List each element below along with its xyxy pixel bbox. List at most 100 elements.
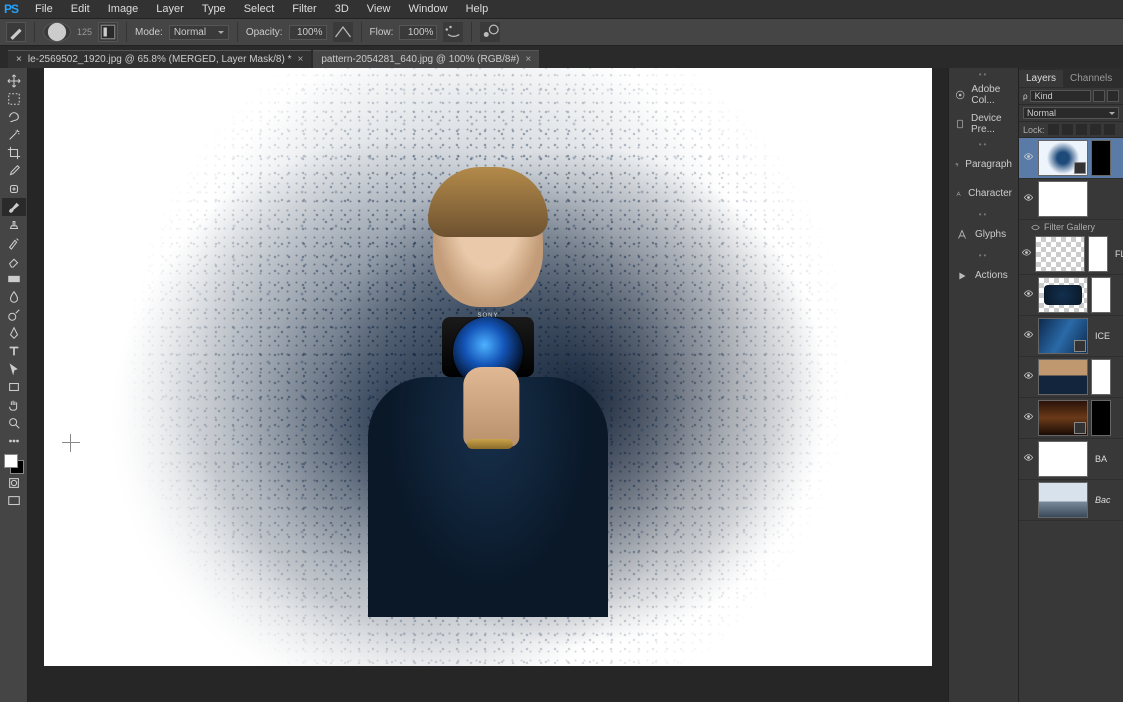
layer-blend-mode-dropdown[interactable]: Normal bbox=[1023, 107, 1119, 119]
blend-mode-dropdown[interactable]: Normal bbox=[169, 25, 229, 40]
visibility-toggle[interactable] bbox=[1021, 192, 1035, 206]
lock-artboard-icon[interactable] bbox=[1090, 124, 1101, 135]
panel-character[interactable]: Character bbox=[949, 179, 1018, 208]
blur-tool[interactable] bbox=[2, 288, 26, 306]
magic-wand-tool[interactable] bbox=[2, 126, 26, 144]
history-brush-tool[interactable] bbox=[2, 234, 26, 252]
layer-thumbnail[interactable] bbox=[1038, 359, 1088, 395]
layer-row[interactable]: Bac bbox=[1019, 480, 1123, 521]
layer-mask-thumbnail[interactable] bbox=[1088, 236, 1108, 272]
layer-name[interactable]: BA bbox=[1091, 454, 1107, 464]
menu-view[interactable]: View bbox=[358, 1, 400, 17]
layer-mask-thumbnail[interactable] bbox=[1091, 400, 1111, 436]
foreground-color[interactable] bbox=[4, 454, 18, 468]
visibility-toggle[interactable] bbox=[1021, 329, 1035, 343]
panel-gripper[interactable]: •• bbox=[949, 249, 1018, 261]
move-tool[interactable] bbox=[2, 72, 26, 90]
layer-thumbnail[interactable] bbox=[1038, 441, 1088, 477]
smart-filter-row[interactable]: Filter Gallery bbox=[1019, 220, 1123, 234]
type-tool[interactable] bbox=[2, 342, 26, 360]
lock-position-icon[interactable] bbox=[1076, 124, 1087, 135]
gradient-tool[interactable] bbox=[2, 270, 26, 288]
layer-name[interactable]: FLA bbox=[1111, 249, 1123, 259]
lock-all-icon[interactable] bbox=[1104, 124, 1115, 135]
menu-select[interactable]: Select bbox=[235, 1, 284, 17]
color-swatch[interactable] bbox=[4, 454, 24, 474]
document-canvas[interactable]: SONY bbox=[44, 68, 932, 666]
visibility-toggle[interactable] bbox=[1021, 151, 1035, 165]
brush-tool[interactable] bbox=[2, 198, 26, 216]
tab-layers[interactable]: Layers bbox=[1019, 70, 1063, 87]
healing-brush-tool[interactable] bbox=[2, 180, 26, 198]
layer-row[interactable] bbox=[1019, 357, 1123, 398]
panel-gripper[interactable]: •• bbox=[949, 208, 1018, 220]
menu-image[interactable]: Image bbox=[99, 1, 148, 17]
layer-thumbnail[interactable] bbox=[1038, 482, 1088, 518]
layer-row[interactable] bbox=[1019, 275, 1123, 316]
tab-channels[interactable]: Channels bbox=[1063, 70, 1119, 87]
menu-window[interactable]: Window bbox=[399, 1, 456, 17]
visibility-toggle[interactable] bbox=[1021, 288, 1035, 302]
menu-3d[interactable]: 3D bbox=[326, 1, 358, 17]
eraser-tool[interactable] bbox=[2, 252, 26, 270]
lock-transparency-icon[interactable] bbox=[1048, 124, 1059, 135]
layer-name[interactable]: ICE bbox=[1091, 331, 1110, 341]
layer-row[interactable]: ICE bbox=[1019, 316, 1123, 357]
filter-adj-icon[interactable] bbox=[1107, 90, 1119, 102]
layer-thumbnail[interactable] bbox=[1035, 236, 1085, 272]
layer-mask-thumbnail[interactable] bbox=[1091, 359, 1111, 395]
close-icon[interactable]: × bbox=[525, 54, 531, 65]
document-tab[interactable]: ×le-2569502_1920.jpg @ 65.8% (MERGED, La… bbox=[8, 50, 311, 68]
pen-tool[interactable] bbox=[2, 324, 26, 342]
brush-panel-toggle-icon[interactable] bbox=[98, 22, 118, 42]
panel-gripper[interactable]: •• bbox=[949, 138, 1018, 150]
layer-thumbnail[interactable] bbox=[1038, 318, 1088, 354]
menu-edit[interactable]: Edit bbox=[62, 1, 99, 17]
lock-pixels-icon[interactable] bbox=[1062, 124, 1073, 135]
path-selection-tool[interactable] bbox=[2, 360, 26, 378]
panel-actions[interactable]: Actions bbox=[949, 261, 1018, 290]
layer-row[interactable] bbox=[1019, 138, 1123, 179]
visibility-toggle[interactable] bbox=[1021, 411, 1035, 425]
crop-tool[interactable] bbox=[2, 144, 26, 162]
menu-file[interactable]: File bbox=[26, 1, 62, 17]
menu-type[interactable]: Type bbox=[193, 1, 235, 17]
tool-preset-icon[interactable] bbox=[6, 22, 26, 42]
layer-thumbnail[interactable] bbox=[1038, 277, 1088, 313]
menu-layer[interactable]: Layer bbox=[147, 1, 193, 17]
canvas-area[interactable]: SONY bbox=[28, 68, 948, 702]
clone-stamp-tool[interactable] bbox=[2, 216, 26, 234]
dodge-tool[interactable] bbox=[2, 306, 26, 324]
lasso-tool[interactable] bbox=[2, 108, 26, 126]
hand-tool[interactable] bbox=[2, 396, 26, 414]
visibility-toggle[interactable] bbox=[1021, 247, 1032, 261]
filter-pixel-icon[interactable] bbox=[1093, 90, 1105, 102]
layer-filter-kind[interactable]: Kind bbox=[1030, 90, 1091, 102]
marquee-tool[interactable] bbox=[2, 90, 26, 108]
screen-mode-icon[interactable] bbox=[2, 492, 26, 510]
tab-history[interactable]: His bbox=[1119, 70, 1123, 87]
layer-name[interactable]: Bac bbox=[1091, 495, 1111, 505]
layer-thumbnail[interactable] bbox=[1038, 400, 1088, 436]
rectangle-tool[interactable] bbox=[2, 378, 26, 396]
layer-thumbnail[interactable] bbox=[1038, 181, 1088, 217]
document-tab[interactable]: pattern-2054281_640.jpg @ 100% (RGB/8#)× bbox=[313, 50, 539, 68]
panel-adobe-color[interactable]: Adobe Col... bbox=[949, 80, 1018, 109]
panel-gripper[interactable]: •• bbox=[949, 68, 1018, 80]
panel-paragraph[interactable]: Paragraph bbox=[949, 150, 1018, 179]
pressure-opacity-icon[interactable] bbox=[333, 22, 353, 42]
airbrush-icon[interactable] bbox=[443, 22, 463, 42]
layer-thumbnail[interactable] bbox=[1038, 140, 1088, 176]
visibility-toggle[interactable] bbox=[1021, 370, 1035, 384]
layer-row[interactable] bbox=[1019, 179, 1123, 220]
layer-row[interactable]: FLA bbox=[1019, 234, 1123, 275]
quick-mask-icon[interactable] bbox=[2, 474, 26, 492]
eyedropper-tool[interactable] bbox=[2, 162, 26, 180]
visibility-toggle[interactable] bbox=[1021, 452, 1035, 466]
edit-toolbar[interactable] bbox=[2, 432, 26, 450]
zoom-tool[interactable] bbox=[2, 414, 26, 432]
layer-mask-thumbnail[interactable] bbox=[1091, 140, 1111, 176]
menu-help[interactable]: Help bbox=[457, 1, 498, 17]
flow-input[interactable]: 100% bbox=[399, 25, 437, 40]
panel-glyphs[interactable]: Glyphs bbox=[949, 220, 1018, 249]
